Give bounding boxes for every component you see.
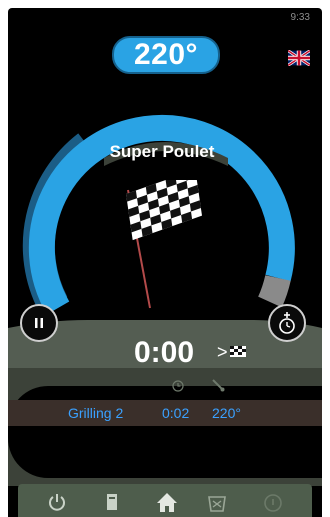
bottom-nav	[18, 484, 312, 517]
nav-home-button[interactable]	[148, 487, 186, 517]
checkered-flag-icon	[125, 180, 202, 309]
nav-power-button[interactable]	[38, 487, 76, 517]
add-time-button[interactable]	[268, 304, 306, 342]
clock-icon	[172, 380, 184, 392]
home-icon	[157, 493, 177, 512]
step-time: 0:02	[162, 405, 190, 421]
nav-recipes-button[interactable]	[93, 487, 131, 517]
step-name: Grilling 2	[68, 405, 124, 421]
timer-plus-icon	[279, 312, 295, 334]
remaining-time: 0:00	[134, 336, 195, 369]
dial-arc-remaining	[258, 274, 291, 308]
program-name: Super Poulet	[109, 142, 215, 161]
step-temperature: 220°	[212, 405, 241, 421]
nav-lock-button[interactable]	[254, 487, 292, 517]
power-icon	[49, 494, 65, 511]
finish-flag-icon	[230, 346, 246, 357]
pause-icon	[35, 318, 43, 328]
nav-basket-button[interactable]	[198, 487, 236, 517]
probe-icon	[212, 379, 225, 392]
time-arrow: >	[217, 342, 228, 362]
pause-button[interactable]	[20, 304, 58, 342]
basket-icon	[208, 496, 226, 512]
book-icon	[107, 494, 117, 510]
oven-screen: 9:33 220° Super Poulet 0:00 > Grilling 2…	[8, 8, 322, 517]
step-row[interactable]: Grilling 2 0:02 220°	[8, 400, 322, 426]
lock-icon	[264, 494, 282, 512]
